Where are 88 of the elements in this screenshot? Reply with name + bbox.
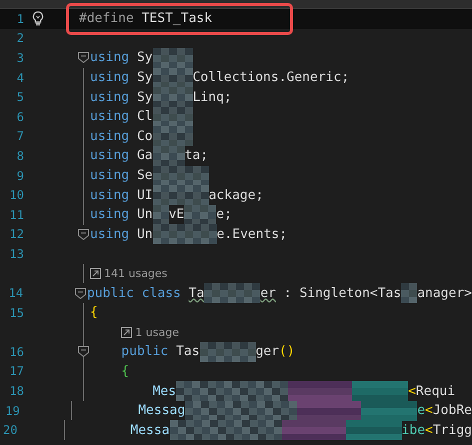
fold-icon[interactable] [78,228,89,240]
code-token: using [90,70,130,86]
code-token: Sy [136,50,153,66]
code-token: Se [136,168,153,184]
line-number: 10 [8,188,24,202]
code-token: public class [86,286,181,301]
code-token: Ta [188,286,204,301]
pixelated-redaction [152,106,193,127]
code-token: public [121,344,168,360]
pixelated-redaction [401,283,418,304]
line-number: 13 [8,246,24,261]
line-number: 14 [8,286,24,300]
code-token: e; [216,207,232,222]
code-token: < [425,422,433,438]
code-token: using [90,90,130,105]
code-token: Un [136,226,153,242]
fold-icon[interactable] [78,346,89,358]
code-token: Tas [176,344,200,360]
line-number: 8 [16,148,24,163]
code-token: Sy [136,90,153,105]
code-token: Messa [130,422,170,438]
code-token: < [408,384,416,399]
code-token: vE [168,207,184,222]
line-number: 6 [16,110,24,124]
code-token: : Singleton<Tas [284,286,402,301]
line-number: 3 [16,50,24,65]
jump-icon [121,326,132,338]
code-token: using [90,188,130,203]
pixelated-redaction [152,87,193,108]
code-token: Trigg [432,422,472,438]
code-token: Collections.Generic; [192,70,350,86]
line-number: 11 [8,208,24,222]
line-number: 18 [8,384,24,398]
code-token: Un [136,207,153,222]
line-number: 19 [4,404,20,418]
code-token: e [417,403,426,418]
code-token: ackage; [208,188,264,203]
line-number: 5 [16,90,24,104]
code-token: e.Events; [216,226,288,242]
code-token: Mes [152,384,176,399]
line-number: 20 [2,423,18,438]
code-token: using [90,226,130,242]
code-token: Requi [416,384,456,399]
line-number: 12 [8,227,24,242]
code-token: { [121,364,130,379]
code-token: Ga [136,148,153,164]
line-number: 17 [8,364,24,378]
code-token: ibe [402,422,426,438]
line-number: 16 [8,344,24,359]
code-token: anager> [417,286,472,301]
fold-icon[interactable] [75,288,86,299]
code-token: er [260,286,276,301]
code-token: using [90,128,130,144]
code-token: using [90,207,130,222]
pixelated-redaction [152,126,193,146]
code-token: UI [136,188,153,203]
line-number: 7 [16,129,24,144]
pixelated-redaction [152,48,193,68]
pixelated-redaction [152,68,193,88]
code-token: Messag [138,403,186,418]
code-token: < [425,403,433,418]
code-token: #define [79,11,134,26]
lightbulb-icon[interactable] [32,11,44,26]
pixelated-redaction [200,342,256,362]
code-token: using [90,109,130,124]
line-number: 1 [16,12,24,26]
code-token: JobRe [432,403,472,418]
pixelated-redaction [204,283,260,304]
code-token: Co [136,128,153,144]
line-number: 15 [8,306,24,320]
code-token: TEST_Task [142,11,212,26]
line-number: 9 [16,168,24,183]
usages-link[interactable]: 141 usages [90,267,168,280]
fold-icon[interactable] [78,52,89,64]
code-token: using [90,148,130,164]
jump-icon [90,268,101,280]
code-token: Linq; [192,90,232,105]
code-token: using [90,50,130,66]
code-token: ger [256,344,280,360]
line-number: 2 [16,31,24,46]
line-number: 4 [16,70,24,85]
code-token: ta; [184,148,208,164]
code-token: using [90,168,130,184]
code-token: Sy [136,70,153,86]
code-token: Cl [136,109,153,124]
code-token: { [90,305,98,320]
usages-link[interactable]: 1 usage [121,326,179,339]
code-token: () [279,344,295,360]
